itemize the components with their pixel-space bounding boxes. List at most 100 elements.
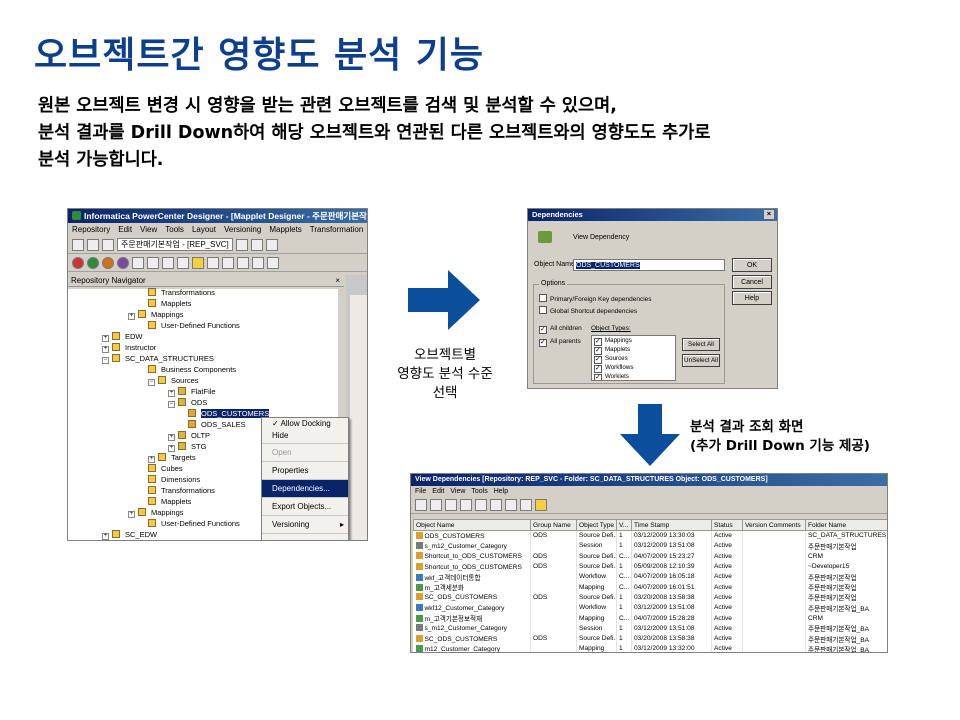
primary-foreign-key-checkbox[interactable] [539, 294, 547, 302]
menu-item-layout[interactable]: Layout [192, 225, 216, 234]
save-icon[interactable] [235, 238, 248, 251]
menu-item-transformation[interactable]: Transformation [310, 225, 364, 234]
print-icon[interactable] [430, 499, 442, 511]
menu-item-file[interactable]: File [415, 488, 426, 495]
object-name-field[interactable]: ODS_CUSTOMERS [573, 259, 725, 271]
column-header[interactable]: V... [616, 519, 632, 531]
menu-item-edit[interactable]: Edit [118, 225, 132, 234]
column-header[interactable]: Group Name [530, 519, 577, 531]
table-row[interactable]: Shortcut_to_ODS_CUSTOMERS ODS Source Defi.… [413, 561, 887, 572]
context-menu-item[interactable]: Properties [262, 462, 348, 480]
select-all-button[interactable]: Select All [682, 338, 720, 351]
expand-toggle-icon[interactable]: − [148, 379, 155, 386]
properties-icon[interactable] [520, 499, 532, 511]
router-icon[interactable] [237, 256, 249, 269]
column-header[interactable]: Object Name [413, 519, 531, 531]
tree-node[interactable]: + STG [168, 441, 206, 452]
expand-toggle-icon[interactable]: + [102, 533, 109, 540]
table-row[interactable]: SC_ODS_CUSTOMERS ODS Source Defi... 1 03/20/… [413, 592, 887, 603]
aggregator-icon[interactable] [207, 256, 219, 269]
export-icon[interactable] [505, 499, 517, 511]
tree-node[interactable]: + SC_EDW [102, 529, 157, 540]
object-type-item[interactable]: ✓ Mappings [592, 336, 675, 346]
tree-node[interactable]: Mapplets [148, 496, 191, 507]
column-header[interactable]: Version Comments [742, 519, 806, 531]
expand-toggle-icon[interactable]: + [128, 511, 135, 518]
copy-icon[interactable] [460, 499, 472, 511]
column-header[interactable]: Object Type [576, 519, 617, 531]
tree-node[interactable]: Business Components [148, 364, 236, 375]
expand-toggle-icon[interactable]: + [128, 313, 135, 320]
repository-manager-icon[interactable] [72, 256, 84, 269]
expand-toggle-icon[interactable]: + [148, 456, 155, 463]
pointer-icon[interactable] [132, 256, 144, 269]
table-row[interactable]: s_m12_Customer_Category Session 1 03/12/200… [413, 623, 887, 634]
menu-item-edit[interactable]: Edit [432, 488, 444, 495]
context-menu-item[interactable]: Versioning ▸ [262, 516, 348, 534]
expand-toggle-icon[interactable]: + [102, 346, 109, 353]
object-type-item[interactable]: ✓ Workflows [592, 363, 675, 373]
table-row[interactable]: m_고객세분화 Mapping C... 04/07/2009 16:01:51 Act… [413, 581, 887, 593]
cut-icon[interactable] [250, 238, 263, 251]
table-row[interactable]: wkf12_Customer_Category Workflow 1 03/12/20… [413, 602, 887, 613]
expand-toggle-icon[interactable]: + [102, 335, 109, 342]
filter-icon[interactable] [192, 256, 204, 269]
tree-node[interactable]: + Mappings [128, 507, 184, 518]
context-menu-item[interactable]: ✓ Allow Docking [262, 418, 348, 430]
disconnect-icon[interactable] [87, 238, 99, 251]
global-shortcut-checkbox[interactable] [539, 306, 547, 314]
tree-node[interactable]: + FlatFile [168, 386, 216, 397]
object-types-list[interactable]: ✓ Mappings ✓ Mapplets ✓ Sources ✓ Workflows ✓ Wor… [591, 335, 676, 381]
lookup-icon[interactable] [222, 256, 234, 269]
menu-item-tools[interactable]: Tools [471, 488, 487, 495]
menu-item-view[interactable]: View [450, 488, 465, 495]
context-menu-item[interactable]: Open [262, 444, 348, 462]
expand-toggle-icon[interactable]: − [168, 401, 175, 408]
tree-node[interactable]: + EDW [102, 331, 143, 342]
all-children-option[interactable]: ✓ All children [539, 325, 582, 334]
source-qualifier-icon[interactable] [162, 256, 174, 269]
menu-item-help[interactable]: Help [494, 488, 508, 495]
tree-node[interactable]: ODS_CUSTOMERS [188, 408, 270, 419]
tree-node[interactable]: − ODS [168, 397, 207, 408]
designer-icon[interactable] [87, 256, 99, 269]
tree-node[interactable]: Transformations [148, 485, 215, 496]
tree-node[interactable]: User-Defined Functions [148, 518, 240, 529]
object-type-checkbox[interactable]: ✓ [594, 374, 602, 380]
object-type-item[interactable]: ✓ Sources [592, 354, 675, 364]
compare-icon[interactable] [490, 499, 502, 511]
tree-node[interactable]: User-Defined Functions [148, 320, 240, 331]
cancel-button[interactable]: Cancel [732, 275, 772, 289]
tree-node[interactable]: + Instructor [102, 342, 156, 353]
expression-icon[interactable] [177, 256, 189, 269]
tree-node[interactable]: Transformations [148, 287, 215, 298]
expand-toggle-icon[interactable]: + [168, 390, 175, 397]
expand-toggle-icon[interactable]: − [102, 357, 109, 364]
help-icon[interactable] [535, 499, 547, 511]
tree-node[interactable]: ODS_SALES [188, 419, 246, 430]
menu-item-view[interactable]: View [140, 225, 157, 234]
all-parents-checkbox[interactable]: ✓ [539, 339, 547, 347]
tree-node[interactable]: + Mappings [128, 309, 184, 320]
table-row[interactable]: m_고객기본정보적재 Mapping C... 04/07/2009 15:28:28… [413, 612, 887, 624]
menu-item-versioning[interactable]: Versioning [224, 225, 261, 234]
joiner-icon[interactable] [267, 256, 279, 269]
table-row[interactable]: wkf_고객데이터통합 Workflow C... 04/07/2009 16:05:… [413, 571, 887, 582]
folder-icon[interactable] [102, 238, 114, 251]
menu-item-tools[interactable]: Tools [165, 225, 184, 234]
help-button[interactable]: Help [732, 291, 772, 305]
tree-node[interactable]: Mapplets [148, 298, 191, 309]
global-shortcut-option[interactable]: Global Shortcut dependencies [539, 306, 637, 315]
column-header[interactable]: Status [711, 519, 743, 531]
tree-node[interactable]: − SC_DATA_STRUCTURES [102, 353, 214, 364]
object-type-item[interactable]: ✓ Worklets [592, 372, 675, 380]
menu-item-mapplets[interactable]: Mapplets [269, 225, 301, 234]
navigator-close-icon[interactable]: × [335, 275, 340, 287]
filter-icon[interactable] [445, 499, 457, 511]
object-type-item[interactable]: ✓ Mapplets [592, 345, 675, 355]
tree-node[interactable]: + Targets [148, 452, 196, 463]
table-row[interactable]: m12_Customer_Category Mapping 1 03/12/2009 … [413, 643, 887, 652]
link-icon[interactable] [147, 256, 159, 269]
table-row[interactable]: s_m12_Customer_Category Session 1 03/12/200… [413, 540, 887, 552]
expand-toggle-icon[interactable]: + [168, 445, 175, 452]
